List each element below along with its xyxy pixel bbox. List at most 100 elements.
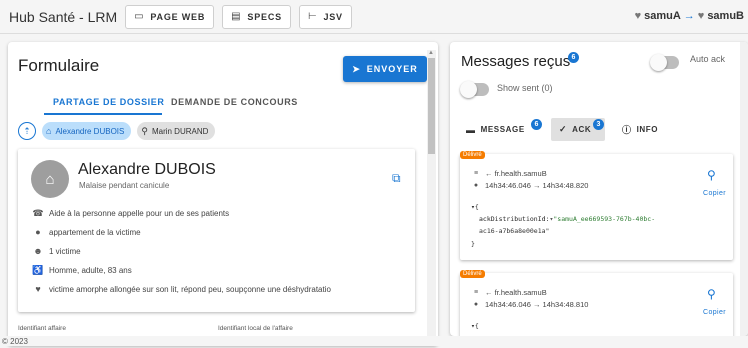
ack-tab-badge: 3 (593, 119, 604, 130)
scroll-thumb[interactable] (428, 58, 435, 154)
message-time: ● 14h34:46.046 → 14h34:48.820 (471, 181, 589, 190)
detail-row: ♿ Homme, adulte, 83 ans (31, 265, 132, 276)
route-text: ← fr.health.samuB (485, 169, 547, 178)
house-icon: ⌂ (45, 170, 55, 188)
page-web-label: PAGE WEB (150, 11, 206, 22)
message-card: Délivré ≡ ← fr.health.samuB ● 14h34:46.0… (460, 270, 733, 336)
chip-label: Alexandre DUBOIS (55, 126, 125, 136)
page-web-button[interactable]: ▭ PAGE WEB (125, 4, 215, 29)
open-external-icon[interactable]: ⧉ (392, 171, 401, 186)
chip-alexandre-dubois[interactable]: ⌂ Alexandre DUBOIS (42, 122, 132, 140)
heart-pulse-icon: ♥ (697, 10, 705, 22)
auto-ack-label: Auto ack (690, 54, 726, 64)
heart-pulse-icon: ♥ (35, 284, 41, 294)
tab-label: INFO (636, 125, 659, 134)
tab-label: MESSAGE (480, 125, 525, 134)
json-close: } (471, 240, 475, 248)
patient-name: Alexandre DUBOIS (78, 161, 216, 178)
message-route: ≡ ← fr.health.samuB (471, 288, 547, 297)
auto-ack-toggle[interactable] (650, 54, 679, 71)
tab-info[interactable]: ⓘ INFO (622, 118, 658, 141)
phone-icon: ☎ (32, 208, 44, 218)
upload-button[interactable]: ⇡ (18, 122, 36, 140)
case-chips: ⇡ ⌂ Alexandre DUBOIS ⚲ Marin DURAND (18, 122, 216, 140)
show-sent-toggle[interactable] (460, 81, 489, 98)
browser-icon: ▭ (134, 11, 145, 22)
chip-marin-durand[interactable]: ⚲ Marin DURAND (137, 122, 216, 140)
json-value: "samuA_ee669593-767b-40bc- (553, 215, 656, 223)
copy-button[interactable]: Copier (703, 190, 726, 197)
json-open[interactable]: ▾{ (471, 322, 479, 330)
time-text: 14h34:46.046 → 14h34:48.810 (485, 300, 589, 309)
message-icon: ▬ (466, 124, 476, 135)
messages-panel: Messages reçus 6 Auto ack Show sent (0) … (450, 42, 748, 336)
send-icon: ➤ (352, 63, 361, 74)
messages-title: Messages reçus (461, 53, 571, 70)
send-button[interactable]: ➤ ENVOYER (343, 56, 427, 82)
field-label-local-case-id: Identifiant local de l'affaire (218, 325, 293, 332)
location-pin-icon: ● (35, 227, 41, 237)
clock-icon: ● (473, 182, 479, 189)
message-flow: ♥ samuA → ♥ samuB (635, 10, 744, 22)
time-text: 14h34:46.046 → 14h34:48.820 (485, 181, 589, 190)
copy-button[interactable]: Copier (703, 309, 726, 316)
detail-row: ● appartement de la victime (31, 227, 141, 237)
field-label-case-id: Identifiant affaire (18, 325, 66, 332)
message-tab-badge: 6 (531, 119, 542, 130)
detail-text: 1 victime (49, 246, 81, 256)
tree-icon: ⊢ (307, 11, 318, 22)
tab-partage-dossier[interactable]: PARTAGE DE DOSSIER (53, 97, 164, 107)
inbox-icon: ≡ (473, 289, 479, 296)
active-tab-indicator (44, 113, 162, 115)
heart-pulse-icon: ♥ (634, 10, 642, 22)
detail-row: ☻ 1 victime (31, 246, 81, 256)
inbox-icon: ≡ (473, 170, 479, 177)
search-icon[interactable]: ⚲ (707, 287, 716, 301)
house-icon: ⌂ (46, 126, 52, 136)
patient-subtitle: Malaise pendant canicule (79, 181, 170, 190)
json-open[interactable]: ▾{ (471, 203, 479, 211)
tab-message[interactable]: ▬ MESSAGE (466, 118, 525, 141)
tab-label: ACK (572, 125, 592, 134)
flow-arrow: → (683, 10, 695, 22)
tab-demande-concours[interactable]: DEMANDE DE CONCOURS (171, 97, 298, 107)
flow-from: samuA (644, 10, 681, 22)
specs-label: SPECS (247, 11, 282, 22)
info-icon: ⓘ (622, 125, 632, 135)
json-line: ackDistributionId:▾"samuA_ee669593-767b-… (479, 215, 655, 223)
detail-text: appartement de la victime (49, 227, 141, 237)
people-icon: ☻ (33, 246, 43, 256)
chip-label: Marin DURAND (151, 126, 209, 136)
message-card: Délivré ≡ ← fr.health.samuB ● 14h34:46.0… (460, 151, 733, 260)
form-scrollbar[interactable]: ▲ (427, 50, 436, 346)
upload-icon: ⇡ (23, 125, 31, 136)
json-value-cont: ac16-a7b6a8e00e1a" (479, 227, 550, 235)
app-title: Hub Santé - LRM (9, 8, 118, 25)
jsv-button[interactable]: ⊢ JSV (298, 4, 352, 29)
person-cane-icon: ♿ (32, 265, 44, 275)
messages-count-badge: 6 (568, 52, 579, 63)
messages-scrollbar[interactable] (740, 42, 748, 336)
detail-text: Aide à la personne appelle pour un de se… (49, 209, 230, 218)
form-title: Formulaire (18, 56, 100, 75)
bike-icon: ⚲ (141, 125, 148, 136)
detail-text: Homme, adulte, 83 ans (49, 266, 132, 275)
specs-button[interactable]: ▤ SPECS (222, 4, 291, 29)
status-badge: Délivré (460, 270, 485, 278)
search-icon[interactable]: ⚲ (707, 168, 716, 182)
top-app-bar: Hub Santé - LRM ▭ PAGE WEB ▤ SPECS ⊢ JSV… (0, 0, 748, 34)
form-panel: Formulaire ➤ ENVOYER PARTAGE DE DOSSIER … (8, 42, 438, 346)
patient-card: ⌂ Alexandre DUBOIS Malaise pendant canic… (18, 149, 415, 312)
document-icon: ▤ (231, 11, 242, 22)
json-key: ackDistributionId: (479, 215, 550, 223)
message-route: ≡ ← fr.health.samuB (471, 169, 547, 178)
route-text: ← fr.health.samuB (485, 288, 547, 297)
avatar: ⌂ (31, 160, 69, 198)
message-time: ● 14h34:46.046 → 14h34:48.810 (471, 300, 589, 309)
status-badge: Délivré (460, 151, 485, 159)
jsv-label: JSV (323, 11, 343, 22)
scroll-up-icon[interactable]: ▲ (428, 50, 434, 56)
detail-row: ☎ Aide à la personne appelle pour un de … (31, 208, 229, 219)
clock-icon: ● (473, 301, 479, 308)
detail-text: victime amorphe allongée sur son lit, ré… (49, 284, 331, 294)
